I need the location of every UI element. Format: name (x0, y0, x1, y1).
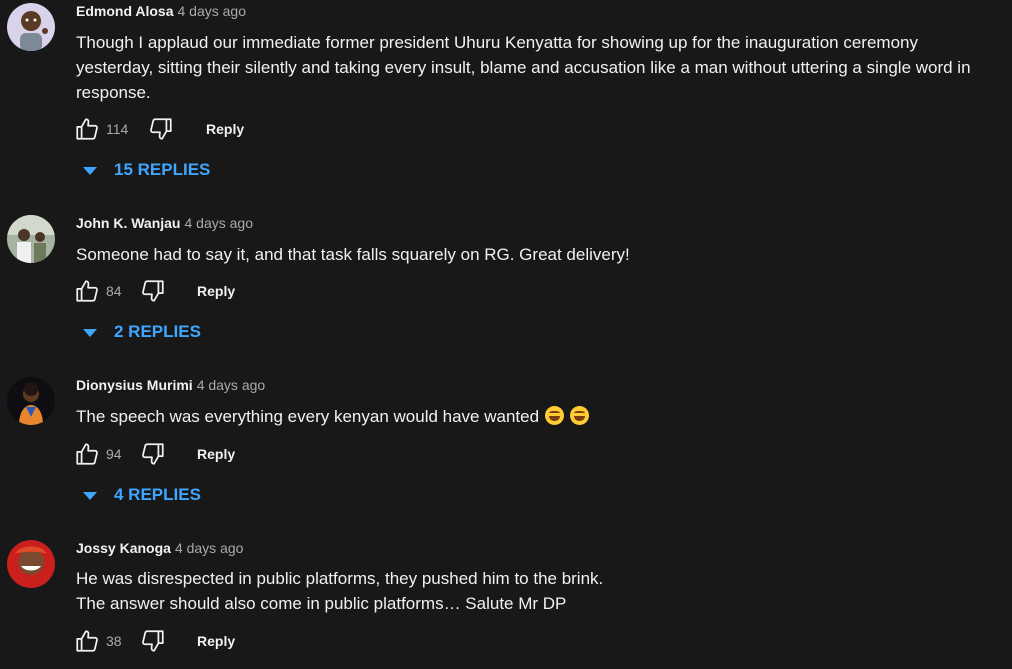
reply-button[interactable]: Reply (197, 283, 235, 299)
comment-text: Though I applaud our immediate former pr… (76, 30, 1006, 105)
author-name[interactable]: Edmond Alosa (76, 3, 174, 19)
like-icon[interactable] (74, 441, 100, 467)
face-with-tears-of-joy-icon (570, 406, 590, 425)
dislike-icon[interactable] (140, 628, 166, 654)
dislike-icon[interactable] (140, 441, 166, 467)
like-count: 84 (106, 283, 122, 299)
comment-thread: Jossy Kanoga 4 days ago He was disrespect… (0, 537, 1012, 669)
comment-thread: John K. Wanjau 4 days ago Someone had to … (0, 212, 1012, 352)
comment-line-text: The speech was everything every kenyan w… (76, 407, 540, 426)
timestamp[interactable]: 4 days ago (184, 215, 253, 231)
author-name[interactable]: Jossy Kanoga (76, 540, 171, 556)
expand-triangle-icon (83, 329, 97, 337)
reply-button[interactable]: Reply (197, 633, 235, 649)
comment-actions: 84 Reply (74, 278, 274, 306)
timestamp[interactable]: 4 days ago (175, 540, 244, 556)
comment-actions: 38 Reply (74, 628, 274, 656)
like-icon[interactable] (74, 278, 100, 304)
timestamp[interactable]: 4 days ago (197, 377, 266, 393)
comment-line: Someone had to say it, and that task fal… (76, 245, 630, 264)
avatar[interactable] (7, 377, 55, 425)
author-name[interactable]: Dionysius Murimi (76, 377, 193, 393)
replies-label: 15 REPLIES (114, 160, 211, 179)
like-icon[interactable] (74, 628, 100, 654)
comment-actions: 94 Reply (74, 441, 274, 469)
comment-thread: Edmond Alosa 4 days ago Though I applaud … (0, 0, 1012, 190)
comment-text: He was disrespected in public platforms,… (76, 566, 1006, 616)
expand-triangle-icon (83, 492, 97, 500)
comment-line: He was disrespected in public platforms,… (76, 569, 604, 588)
comment-line: The speech was everything every kenyan w… (76, 404, 1006, 429)
avatar[interactable] (7, 215, 55, 263)
comment-text: The speech was everything every kenyan w… (76, 404, 1006, 429)
dislike-icon[interactable] (148, 116, 174, 142)
like-count: 94 (106, 446, 122, 462)
view-replies-button[interactable]: 2 REPLIES (82, 322, 202, 344)
comment-line: The answer should also come in public pl… (76, 594, 567, 613)
timestamp[interactable]: 4 days ago (178, 3, 247, 19)
expand-triangle-icon (83, 167, 97, 175)
view-replies-button[interactable]: 4 REPLIES (82, 485, 202, 507)
view-replies-button[interactable]: 15 REPLIES (82, 160, 212, 182)
reply-button[interactable]: Reply (197, 446, 235, 462)
comment-meta: Dionysius Murimi 4 days ago (76, 377, 265, 393)
comment-meta: John K. Wanjau 4 days ago (76, 215, 253, 231)
dislike-icon[interactable] (140, 278, 166, 304)
comment-line: Though I applaud our immediate former pr… (76, 33, 918, 52)
comment-text: Someone had to say it, and that task fal… (76, 242, 1006, 267)
replies-label: 2 REPLIES (114, 322, 201, 341)
comment-line: response. (76, 83, 151, 102)
avatar[interactable] (7, 3, 55, 51)
comment-line: yesterday, sitting their silently and ta… (76, 58, 971, 77)
avatar[interactable] (7, 540, 55, 588)
comment-meta: Edmond Alosa 4 days ago (76, 3, 246, 19)
comment-meta: Jossy Kanoga 4 days ago (76, 540, 243, 556)
comment-thread: Dionysius Murimi 4 days ago The speech wa… (0, 374, 1012, 514)
author-name[interactable]: John K. Wanjau (76, 215, 180, 231)
like-count: 114 (106, 121, 129, 137)
face-with-tears-of-joy-icon (545, 406, 565, 425)
like-icon[interactable] (74, 116, 100, 142)
replies-label: 4 REPLIES (114, 485, 201, 504)
reply-button[interactable]: Reply (206, 121, 244, 137)
comment-actions: 114 Reply (74, 116, 274, 144)
like-count: 38 (106, 633, 122, 649)
